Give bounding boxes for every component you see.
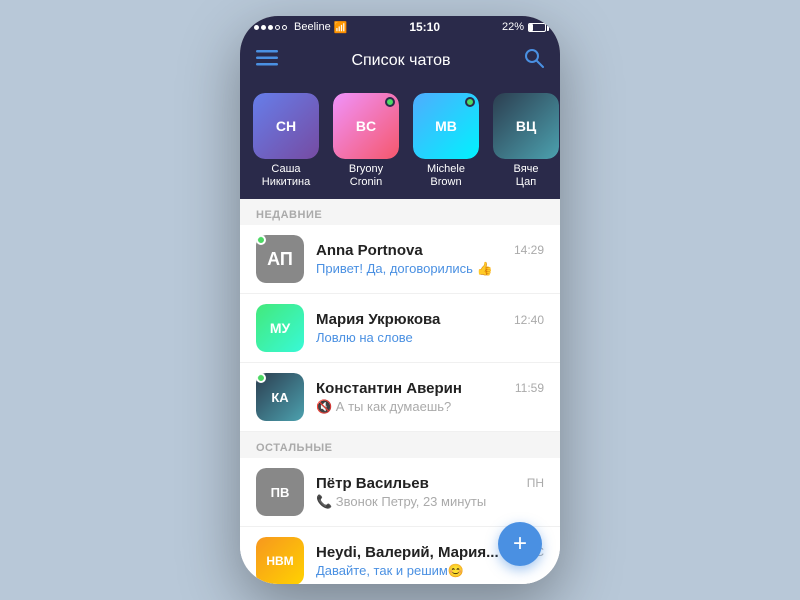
section-header-others: ОСТАЛЬНЫЕ xyxy=(240,432,560,458)
section-header-recent: НЕДАВНИЕ xyxy=(240,199,560,225)
status-time: 15:10 xyxy=(409,20,440,34)
chat-avatar-2: МУ xyxy=(256,304,304,352)
carrier-label: Beeline xyxy=(294,21,331,33)
chat-time: ПН xyxy=(527,476,544,490)
chat-time: 11:59 xyxy=(515,381,544,395)
status-left: Beeline 📶 xyxy=(254,21,347,34)
chat-preview: 🔇 А ты как думаешь? xyxy=(316,399,544,415)
story-name-4: ВячеЦап xyxy=(513,163,538,189)
story-name-2: BryonyCronin xyxy=(349,163,383,189)
chat-time: 14:29 xyxy=(514,243,544,257)
battery-icon xyxy=(528,23,546,32)
chat-header-row: Anna Portnova 14:29 xyxy=(316,242,544,259)
chat-header-row: Константин Аверин 11:59 xyxy=(316,380,544,397)
chat-preview: 📞 Звонок Петру, 23 минуты xyxy=(316,494,544,510)
chat-header-row: Пётр Васильев ПН xyxy=(316,475,544,492)
chat-info-1: Anna Portnova 14:29 Привет! Да, договори… xyxy=(316,242,544,277)
chat-avatar-5: HВМ xyxy=(256,537,304,584)
chat-preview: Давайте, так и решим😊 xyxy=(316,563,544,579)
story-item[interactable]: MB MicheleBrown xyxy=(410,93,482,189)
story-avatar-3: MB xyxy=(413,93,479,159)
chat-name: Anna Portnova xyxy=(316,242,423,259)
phone-container: Beeline 📶 15:10 22% Список чатов xyxy=(240,16,560,584)
story-avatar-4: ВЦ xyxy=(493,93,559,159)
status-right: 22% xyxy=(502,21,546,33)
battery-percent: 22% xyxy=(502,21,524,33)
story-name-1: СашаНикитина xyxy=(262,163,310,189)
story-item[interactable]: ВЦ ВячеЦап xyxy=(490,93,560,189)
chat-avatar-4: ПВ xyxy=(256,468,304,516)
fab-button[interactable]: + xyxy=(498,522,542,566)
story-avatar-1: СН xyxy=(253,93,319,159)
chat-info-3: Константин Аверин 11:59 🔇 А ты как думае… xyxy=(316,380,544,415)
menu-icon[interactable] xyxy=(256,50,278,71)
nav-title: Список чатов xyxy=(351,52,450,70)
chat-preview: Привет! Да, договорились 👍 xyxy=(316,261,544,277)
online-indicator xyxy=(385,97,395,107)
chat-time: 12:40 xyxy=(514,313,544,327)
chat-avatar-3: КА xyxy=(256,373,304,421)
signal-dots xyxy=(254,25,287,30)
chat-info-2: Мария Укрюкова 12:40 Ловлю на слове xyxy=(316,311,544,345)
chat-item[interactable]: КА Константин Аверин 11:59 🔇 А ты как ду… xyxy=(240,363,560,432)
chat-name: Константин Аверин xyxy=(316,380,462,397)
chat-name: Мария Укрюкова xyxy=(316,311,440,328)
nav-bar: Список чатов xyxy=(240,38,560,83)
search-icon[interactable] xyxy=(524,48,544,73)
wifi-icon: 📶 xyxy=(334,21,348,34)
chat-item[interactable]: ПВ Пётр Васильев ПН 📞 Звонок Петру, 23 м… xyxy=(240,458,560,527)
chat-info-4: Пётр Васильев ПН 📞 Звонок Петру, 23 мину… xyxy=(316,475,544,510)
main-content: СН СашаНикитина BC BryonyCronin MB Miche… xyxy=(240,83,560,584)
chat-item[interactable]: МУ Мария Укрюкова 12:40 Ловлю на слове xyxy=(240,294,560,363)
chat-header-row: Мария Укрюкова 12:40 xyxy=(316,311,544,328)
status-bar: Beeline 📶 15:10 22% xyxy=(240,16,560,38)
story-item[interactable]: СН СашаНикитина xyxy=(250,93,322,189)
online-indicator xyxy=(465,97,475,107)
story-name-3: MicheleBrown xyxy=(427,163,465,189)
story-item[interactable]: BC BryonyCronin xyxy=(330,93,402,189)
story-avatar-2: BC xyxy=(333,93,399,159)
chat-avatar-1: АП xyxy=(256,235,304,283)
chat-item[interactable]: АП Anna Portnova 14:29 Привет! Да, догов… xyxy=(240,225,560,294)
chat-preview: Ловлю на слове xyxy=(316,330,544,345)
chat-name: Пётр Васильев xyxy=(316,475,429,492)
stories-section: СН СашаНикитина BC BryonyCronin MB Miche… xyxy=(240,83,560,199)
chat-name: Heydi, Валерий, Мария... xyxy=(316,544,499,561)
